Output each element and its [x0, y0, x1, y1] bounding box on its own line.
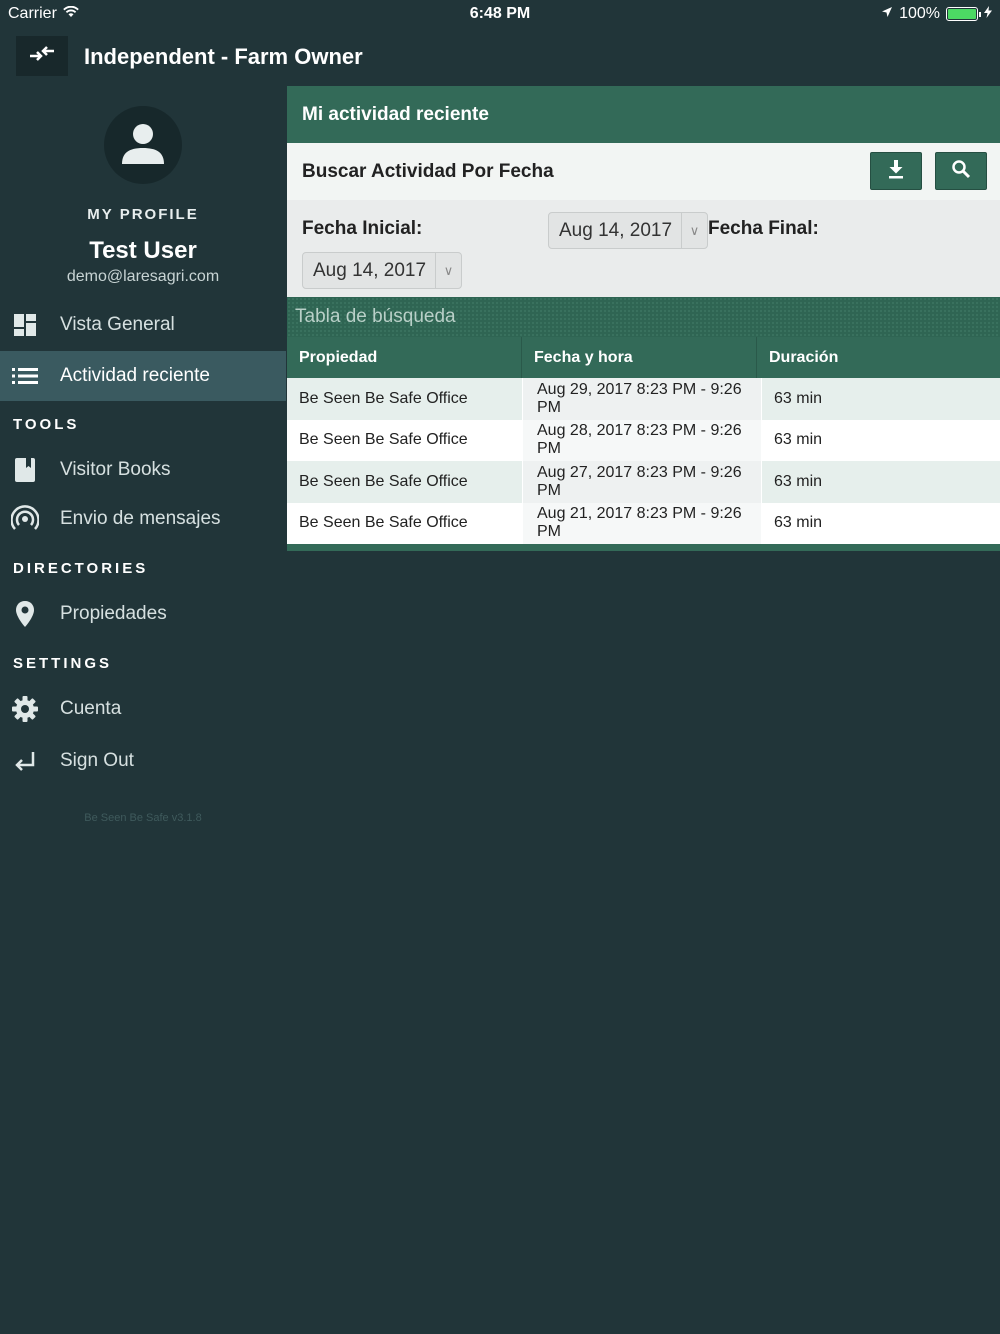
cell-duracion: 63 min: [774, 389, 823, 407]
column-header-fecha[interactable]: Fecha y hora: [522, 337, 757, 378]
swap-arrows-icon: [28, 44, 56, 69]
sidebar-item-label: Visitor Books: [60, 459, 171, 480]
charging-icon: [984, 5, 992, 23]
download-button[interactable]: [870, 152, 922, 190]
clock: 6:48 PM: [469, 5, 531, 22]
sidebar-item-label: Actividad reciente: [60, 365, 210, 386]
sidebar-item-propiedades[interactable]: Propiedades: [0, 589, 286, 639]
fecha-final-select[interactable]: Aug 14, 2017 ∨: [302, 252, 462, 289]
search-label: Buscar Actividad Por Fecha: [302, 161, 554, 182]
sidebar: MY PROFILE Test User demo@laresagri.com …: [0, 86, 286, 1334]
broadcast-icon: [0, 494, 50, 544]
battery-icon: [946, 7, 981, 21]
book-icon: [0, 445, 50, 495]
cell-duracion: 63 min: [774, 431, 823, 449]
table-row[interactable]: Be Seen Be Safe Office Aug 27, 2017 8:23…: [287, 461, 1000, 503]
app-version: Be Seen Be Safe v3.1.8: [84, 812, 202, 824]
table-row[interactable]: Be Seen Be Safe Office Aug 28, 2017 8:23…: [287, 419, 1000, 461]
list-icon: [0, 351, 50, 401]
cell-fecha: Aug 28, 2017 8:23 PM - 9:26 PM: [522, 419, 762, 461]
sidebar-item-label: Sign Out: [60, 750, 134, 771]
fecha-inicial-value: Aug 14, 2017: [559, 219, 673, 241]
fecha-final-label: Fecha Final:: [708, 218, 819, 239]
map-pin-icon: [0, 589, 50, 639]
cell-fecha: Aug 29, 2017 8:23 PM - 9:26 PM: [522, 378, 762, 420]
download-icon: [887, 159, 905, 184]
recent-activity-panel: Mi actividad reciente Buscar Actividad P…: [287, 86, 1000, 551]
gear-icon: [0, 684, 50, 734]
fecha-inicial-label: Fecha Inicial:: [302, 218, 423, 239]
dashboard-icon: [0, 300, 50, 350]
cell-duracion: 63 min: [774, 472, 823, 490]
search-button[interactable]: [935, 152, 987, 190]
sidebar-item-vista-general[interactable]: Vista General: [0, 300, 286, 350]
fecha-final-value: Aug 14, 2017: [313, 259, 427, 281]
status-bar: Carrier 6:48 PM 100%: [0, 0, 1000, 28]
column-header-duracion[interactable]: Duración: [757, 337, 1000, 378]
battery-percent: 100%: [899, 5, 940, 22]
table-row[interactable]: Be Seen Be Safe Office Aug 21, 2017 8:23…: [287, 502, 1000, 544]
header-title: Independent - Farm Owner: [84, 44, 363, 69]
table-header: Propiedad Fecha y hora Duración: [287, 337, 1000, 378]
sidebar-item-label: Vista General: [60, 314, 175, 335]
cell-propiedad: Be Seen Be Safe Office: [299, 389, 468, 407]
sidebar-item-label: Propiedades: [60, 603, 167, 624]
sidebar-item-actividad-reciente[interactable]: Actividad reciente: [0, 351, 286, 401]
location-arrow-icon: [881, 5, 893, 23]
chevron-down-icon: ∨: [435, 253, 461, 288]
profile-name: Test User: [89, 237, 197, 264]
cell-propiedad: Be Seen Be Safe Office: [299, 431, 468, 449]
sidebar-item-cuenta[interactable]: Cuenta: [0, 684, 286, 734]
avatar[interactable]: [104, 106, 182, 184]
table-title: Tabla de búsqueda: [287, 297, 1000, 337]
cell-fecha: Aug 27, 2017 8:23 PM - 9:26 PM: [522, 461, 762, 503]
status-right: 100%: [881, 5, 992, 23]
sidebar-item-visitor-books[interactable]: Visitor Books: [0, 445, 286, 495]
sidebar-item-label: Cuenta: [60, 698, 122, 719]
cell-fecha: Aug 21, 2017 8:23 PM - 9:26 PM: [522, 502, 762, 544]
column-header-propiedad[interactable]: Propiedad: [287, 337, 522, 378]
section-label-settings: SETTINGS: [13, 655, 113, 672]
date-filter: Fecha Inicial: Aug 14, 2017 ∨ Fecha Fina…: [287, 200, 1000, 297]
table-row[interactable]: Be Seen Be Safe Office Aug 29, 2017 8:23…: [287, 378, 1000, 420]
section-label-directories: DIRECTORIES: [13, 560, 149, 577]
cell-propiedad: Be Seen Be Safe Office: [299, 514, 468, 532]
search-icon: [951, 159, 971, 184]
sidebar-item-envio-mensajes[interactable]: Envio de mensajes: [0, 494, 286, 544]
profile-label[interactable]: MY PROFILE: [0, 206, 286, 223]
sidebar-item-sign-out[interactable]: Sign Out: [0, 736, 286, 786]
return-arrow-icon: [0, 736, 50, 786]
profile-email: demo@laresagri.com: [66, 268, 220, 285]
user-icon: [120, 120, 166, 171]
cell-duracion: 63 min: [774, 514, 823, 532]
app-header: Independent - Farm Owner: [0, 28, 1000, 86]
cell-propiedad: Be Seen Be Safe Office: [299, 472, 468, 490]
section-label-tools: TOOLS: [13, 416, 80, 433]
table-footer: [287, 544, 1000, 551]
fecha-inicial-select[interactable]: Aug 14, 2017 ∨: [548, 212, 708, 249]
chevron-down-icon: ∨: [681, 213, 707, 248]
sidebar-item-label: Envio de mensajes: [60, 508, 221, 529]
switch-account-button[interactable]: [16, 36, 68, 76]
panel-title: Mi actividad reciente: [287, 86, 1000, 143]
search-bar: Buscar Actividad Por Fecha: [287, 143, 1000, 200]
